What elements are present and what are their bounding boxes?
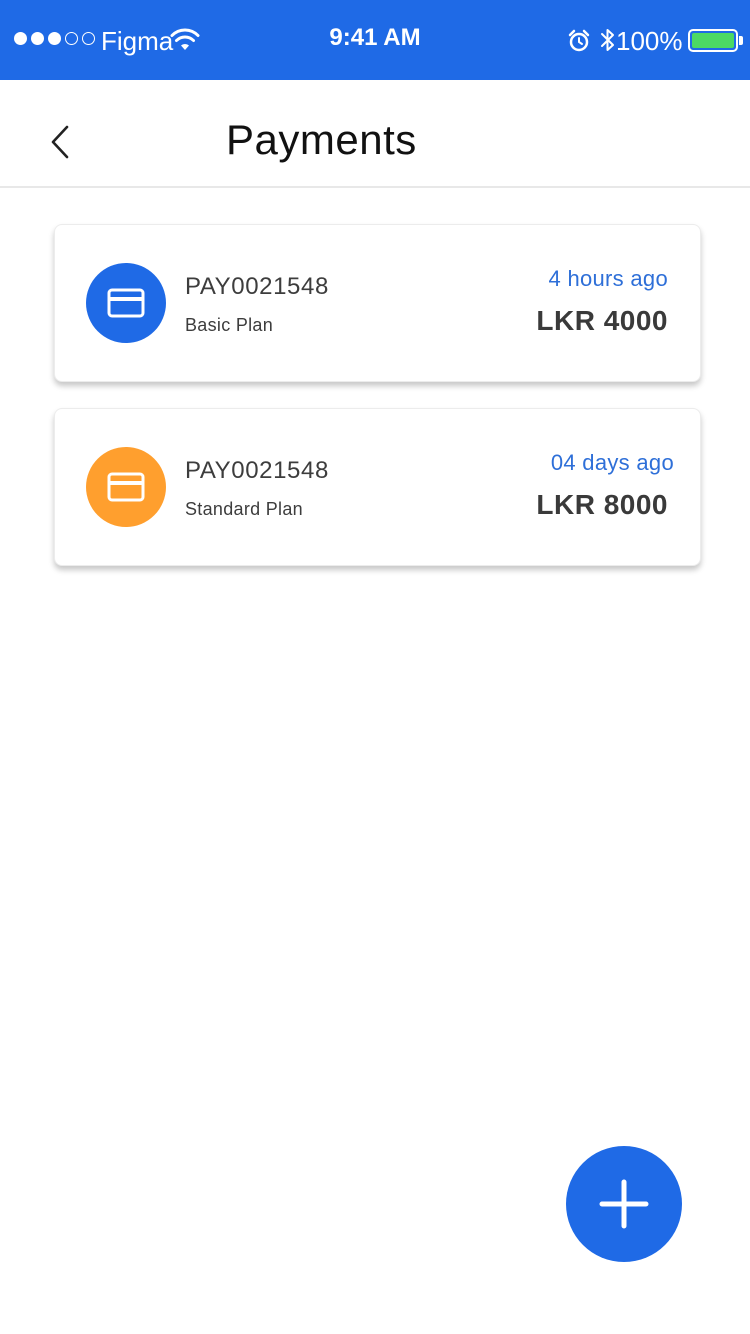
status-bar: Figma 9:41 AM 100% xyxy=(0,0,750,80)
payment-card[interactable]: PAY0021548 Basic Plan 4 hours ago LKR 40… xyxy=(54,224,701,382)
add-payment-button[interactable] xyxy=(566,1146,682,1262)
payment-card[interactable]: PAY0021548 Standard Plan 04 days ago LKR… xyxy=(54,408,701,566)
page-title: Payments xyxy=(226,116,417,163)
bluetooth-icon xyxy=(601,29,614,51)
payment-amount: LKR 4000 xyxy=(536,305,668,336)
payment-amount: LKR 8000 xyxy=(536,489,668,520)
payment-time-ago: 4 hours ago xyxy=(548,266,668,291)
battery-percent: 100% xyxy=(616,26,683,56)
battery-fill xyxy=(692,33,734,48)
credit-card-icon xyxy=(107,472,145,502)
credit-card-icon xyxy=(107,288,145,318)
battery-tip xyxy=(739,36,743,45)
payment-avatar xyxy=(86,447,166,527)
back-button[interactable] xyxy=(40,120,80,164)
plus-icon xyxy=(599,1179,649,1229)
payment-avatar xyxy=(86,263,166,343)
payment-plan: Basic Plan xyxy=(185,315,274,335)
chevron-left-icon xyxy=(51,125,69,159)
battery-icon xyxy=(688,29,738,52)
payment-time-ago: 04 days ago xyxy=(550,450,674,475)
payment-plan: Standard Plan xyxy=(185,499,303,519)
alarm-icon xyxy=(568,29,590,52)
payment-id: PAY0021548 xyxy=(185,457,329,484)
header: Payments xyxy=(0,80,750,188)
payment-id: PAY0021548 xyxy=(185,273,329,300)
